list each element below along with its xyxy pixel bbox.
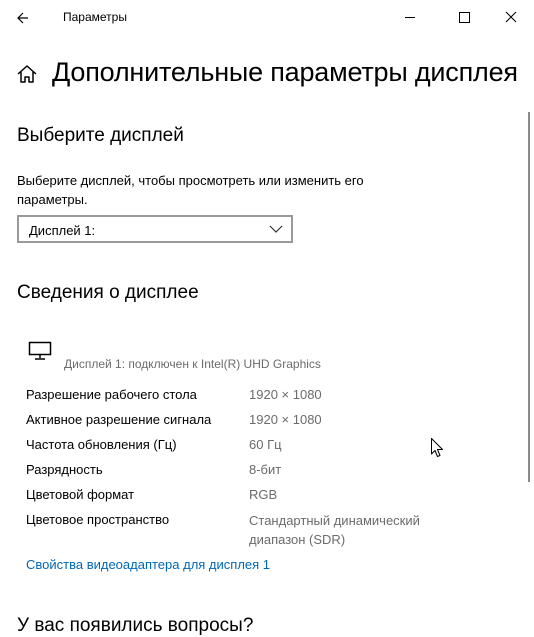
prop-value-desktop-resolution: 1920 × 1080 bbox=[249, 387, 322, 402]
questions-heading: У вас появились вопросы? bbox=[17, 615, 254, 636]
monitor-icon bbox=[28, 341, 52, 360]
prop-value-color-space: Стандартный динамический диапазон (SDR) bbox=[249, 513, 420, 547]
prop-label-active-resolution: Активное разрешение сигнала bbox=[26, 412, 212, 427]
scrollbar-thumb[interactable] bbox=[528, 112, 530, 482]
prop-label-color-format: Цветовой формат bbox=[26, 487, 135, 502]
prop-label-bit-depth: Разрядность bbox=[26, 462, 103, 477]
display-select-value: Дисплей 1: bbox=[29, 223, 96, 238]
prop-value-active-resolution: 1920 × 1080 bbox=[249, 412, 322, 427]
maximize-button[interactable] bbox=[441, 0, 487, 34]
chevron-down-icon bbox=[269, 225, 283, 233]
prop-label-refresh-rate: Частота обновления (Гц) bbox=[26, 437, 177, 452]
select-display-heading: Выберите дисплей bbox=[17, 125, 184, 146]
prop-value-color-format: RGB bbox=[249, 487, 278, 502]
maximize-icon bbox=[459, 12, 470, 23]
display-select[interactable]: Дисплей 1: bbox=[17, 215, 293, 243]
page-title: Дополнительные параметры дисплея bbox=[52, 57, 518, 87]
select-display-description: Выберите дисплей, чтобы просмотреть или … bbox=[17, 173, 364, 207]
title-bar: Параметры bbox=[0, 0, 534, 36]
prop-value-bit-depth: 8-бит bbox=[249, 462, 282, 477]
back-button[interactable] bbox=[10, 4, 38, 32]
display-connection-info: Дисплей 1: подключен к Intel(R) UHD Grap… bbox=[64, 357, 321, 371]
display-info-heading: Сведения о дисплее bbox=[17, 282, 199, 303]
close-icon bbox=[505, 11, 517, 23]
back-arrow-icon bbox=[17, 12, 28, 24]
close-button[interactable] bbox=[488, 0, 534, 34]
adapter-properties-link[interactable]: Свойства видеоадаптера для дисплея 1 bbox=[26, 557, 270, 572]
app-title: Параметры bbox=[63, 10, 127, 24]
mouse-cursor-icon bbox=[431, 438, 443, 457]
prop-label-desktop-resolution: Разрешение рабочего стола bbox=[26, 387, 197, 402]
minimize-button[interactable] bbox=[387, 0, 433, 34]
home-button[interactable] bbox=[15, 62, 39, 86]
prop-label-color-space: Цветовое пространство bbox=[26, 512, 170, 527]
home-icon bbox=[17, 65, 37, 83]
minimize-icon bbox=[405, 17, 415, 18]
